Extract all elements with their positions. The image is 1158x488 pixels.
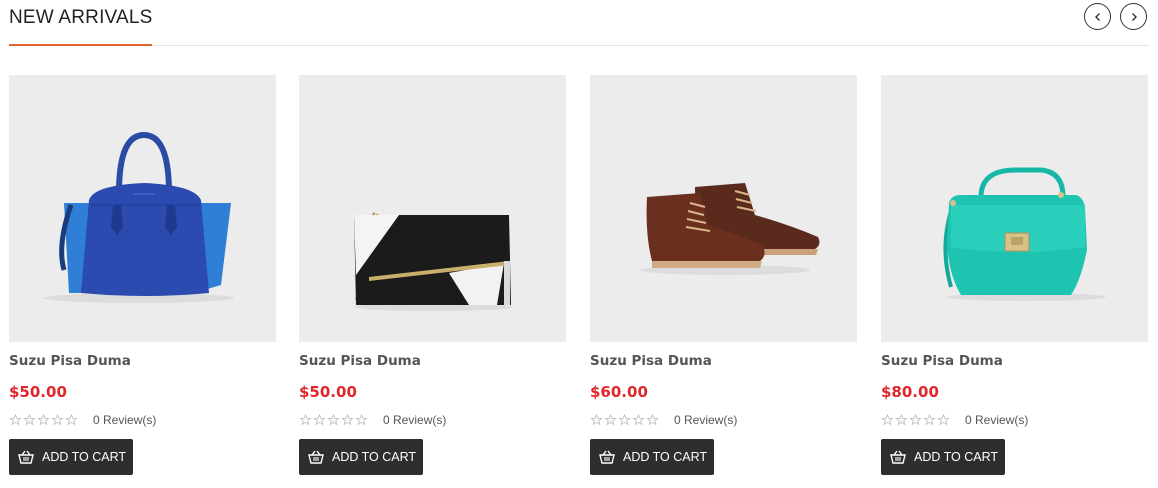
section-header: NEW ARRIVALS — [9, 0, 1149, 46]
star-empty-icon — [313, 414, 326, 426]
title-underline — [9, 44, 152, 46]
new-arrivals-section: NEW ARRIVALS Suzu Pisa Duma $50.00 0 Rev… — [0, 0, 1158, 488]
rating-row: 0 Review(s) — [299, 413, 446, 427]
chevron-left-icon — [1094, 12, 1100, 21]
product-card: Suzu Pisa Duma $60.00 0 Review(s) ADD TO… — [590, 75, 857, 480]
star-empty-icon — [604, 414, 617, 426]
review-count[interactable]: 0 Review(s) — [383, 413, 446, 427]
add-to-cart-label: ADD TO CART — [914, 450, 999, 464]
star-empty-icon — [51, 414, 64, 426]
product-price: $50.00 — [9, 383, 67, 401]
product-carousel: Suzu Pisa Duma $50.00 0 Review(s) ADD TO… — [9, 75, 1149, 485]
star-empty-icon — [590, 414, 603, 426]
add-to-cart-button[interactable]: ADD TO CART — [9, 439, 133, 475]
star-rating — [881, 414, 951, 426]
product-image-black-white-clutch[interactable] — [299, 75, 566, 342]
add-to-cart-label: ADD TO CART — [623, 450, 708, 464]
basket-icon — [890, 450, 906, 464]
product-name[interactable]: Suzu Pisa Duma — [9, 353, 131, 369]
product-price: $50.00 — [299, 383, 357, 401]
rating-row: 0 Review(s) — [9, 413, 156, 427]
star-empty-icon — [937, 414, 950, 426]
basket-icon — [599, 450, 615, 464]
product-price: $60.00 — [590, 383, 648, 401]
product-name[interactable]: Suzu Pisa Duma — [590, 353, 712, 369]
star-rating — [299, 414, 369, 426]
star-empty-icon — [65, 414, 78, 426]
basket-icon — [308, 450, 324, 464]
star-empty-icon — [9, 414, 22, 426]
star-empty-icon — [37, 414, 50, 426]
star-empty-icon — [895, 414, 908, 426]
review-count[interactable]: 0 Review(s) — [674, 413, 737, 427]
product-card: Suzu Pisa Duma $50.00 0 Review(s) ADD TO… — [9, 75, 276, 480]
review-count[interactable]: 0 Review(s) — [93, 413, 156, 427]
add-to-cart-button[interactable]: ADD TO CART — [881, 439, 1005, 475]
add-to-cart-button[interactable]: ADD TO CART — [590, 439, 714, 475]
add-to-cart-label: ADD TO CART — [42, 450, 127, 464]
product-card: Suzu Pisa Duma $50.00 0 Review(s) ADD TO… — [299, 75, 566, 480]
star-empty-icon — [299, 414, 312, 426]
add-to-cart-label: ADD TO CART — [332, 450, 417, 464]
rating-row: 0 Review(s) — [590, 413, 737, 427]
star-empty-icon — [327, 414, 340, 426]
product-name[interactable]: Suzu Pisa Duma — [299, 353, 421, 369]
chevron-right-icon — [1131, 12, 1137, 21]
carousel-prev-button[interactable] — [1084, 3, 1111, 30]
star-empty-icon — [909, 414, 922, 426]
star-empty-icon — [355, 414, 368, 426]
product-image-blue-handbag[interactable] — [9, 75, 276, 342]
star-empty-icon — [923, 414, 936, 426]
star-empty-icon — [23, 414, 36, 426]
product-image-teal-handbag[interactable] — [881, 75, 1148, 342]
basket-icon — [18, 450, 34, 464]
rating-row: 0 Review(s) — [881, 413, 1028, 427]
star-rating — [9, 414, 79, 426]
add-to-cart-button[interactable]: ADD TO CART — [299, 439, 423, 475]
product-price: $80.00 — [881, 383, 939, 401]
star-empty-icon — [618, 414, 631, 426]
star-rating — [590, 414, 660, 426]
star-empty-icon — [341, 414, 354, 426]
star-empty-icon — [646, 414, 659, 426]
review-count[interactable]: 0 Review(s) — [965, 413, 1028, 427]
product-name[interactable]: Suzu Pisa Duma — [881, 353, 1003, 369]
product-card: Suzu Pisa Duma $80.00 0 Review(s) ADD TO… — [881, 75, 1148, 480]
star-empty-icon — [632, 414, 645, 426]
product-image-brown-boots[interactable] — [590, 75, 857, 342]
star-empty-icon — [881, 414, 894, 426]
section-title: NEW ARRIVALS — [9, 7, 153, 28]
carousel-next-button[interactable] — [1120, 3, 1147, 30]
